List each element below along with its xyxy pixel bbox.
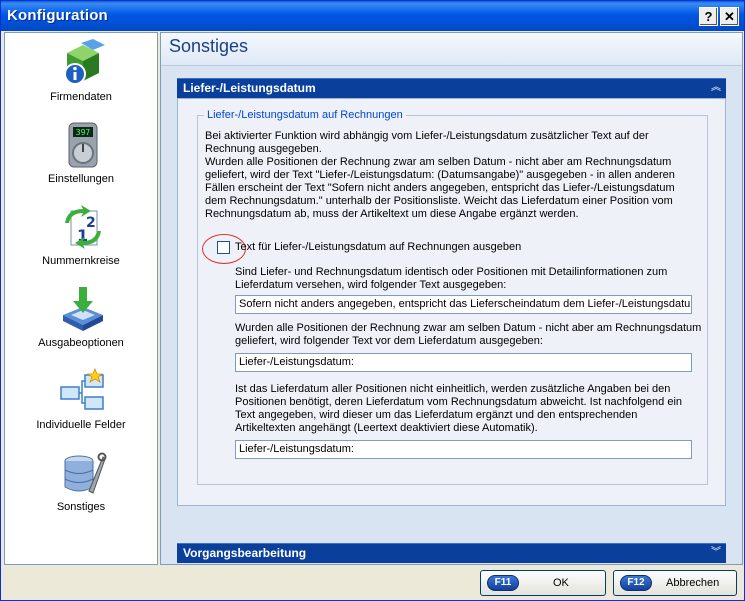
delivery-date-prefix-input[interactable]: Liefer-/Leistungsdatum:	[235, 353, 692, 372]
settings-dial-icon: 397	[68, 122, 98, 168]
section-title: Vorgangsbearbeitung	[183, 546, 307, 560]
number-cycle-icon: 1 2	[65, 205, 101, 249]
svg-text:2: 2	[86, 215, 96, 231]
sidebar-item-nummernkreise[interactable]: 1 2 Nummernkreise	[5, 199, 157, 279]
company-info-icon	[64, 39, 105, 85]
section-title: Liefer-/Leistungsdatum	[183, 81, 316, 95]
sidebar-item-label: Individuelle Felder	[36, 419, 126, 431]
collapse-chevron-up-icon[interactable]: ︽	[710, 82, 722, 94]
title-bar[interactable]: Konfiguration ? ✕	[1, 1, 744, 31]
help-button[interactable]: ?	[699, 7, 718, 26]
page-title: Sonstiges	[169, 36, 249, 56]
field2-description-line: geliefert, wird folgender Text vor dem L…	[235, 335, 543, 347]
group-title: Liefer-/Leistungsdatum auf Rechnungen	[204, 109, 406, 121]
position-date-text-input[interactable]: Liefer-/Leistungsdatum:	[235, 440, 692, 459]
section-liefer-leistungsdatum: Liefer-/Leistungsdatum ︽ Liefer-/Leistun…	[177, 78, 726, 526]
svg-text:397: 397	[76, 128, 91, 137]
sidebar-item-firmendaten[interactable]: Firmendaten	[5, 35, 157, 115]
database-tools-icon	[64, 452, 107, 494]
description-line: Rechnung ausgegeben.	[205, 143, 322, 155]
field2-description: Wurden alle Positionen der Rechnung zwar…	[235, 322, 701, 348]
sidebar-item-label: Nummernkreise	[42, 255, 120, 267]
button-bar: F11 OK F12 Abbrechen	[1, 565, 744, 600]
section-vorgangsbearbeitung: Vorgangsbearbeitung ︾	[177, 543, 726, 563]
sidebar-item-label: Sonstiges	[56, 501, 106, 513]
config-window: Konfiguration ? ✕ Firmendaten 397 Einste…	[0, 0, 745, 601]
sidebar-item-label: Einstellungen	[47, 173, 115, 185]
field3-description-line: Artikeltexten angehängt (Leertext deakti…	[235, 422, 538, 434]
shortcut-key-badge: F12	[620, 575, 652, 591]
description-line: dem Rechnungsdatum." unterhalb der Posit…	[205, 195, 673, 207]
section-header[interactable]: Vorgangsbearbeitung ︾	[177, 543, 726, 563]
field1-description-line: Sind Liefer- und Rechnungsdatum identisc…	[235, 266, 668, 278]
field1-description-line: Lieferdatum versehen, wird folgender Tex…	[235, 279, 507, 291]
description-line: Wurden alle Positionen der Rechnung zwar…	[205, 156, 672, 168]
close-button[interactable]: ✕	[720, 7, 739, 26]
description-line: Rechnungsdatum ab, muss der Artikeltext …	[205, 208, 579, 220]
checkbox-label[interactable]: Text für Liefer-/Leistungsdatum auf Rech…	[235, 241, 521, 254]
expand-chevron-down-icon[interactable]: ︾	[710, 547, 722, 559]
sidebar-item-label: Ausgabeoptionen	[38, 337, 124, 349]
field3-description: Ist das Lieferdatum aller Positionen nic…	[235, 383, 682, 435]
ok-button-label: OK	[553, 577, 569, 589]
cancel-button-label: Abbrechen	[666, 577, 720, 589]
output-tray-icon	[63, 287, 103, 331]
field3-description-line: Ist das Lieferdatum aller Positionen nic…	[235, 383, 671, 395]
sidebar-item-individuelle-felder[interactable]: Individuelle Felder	[5, 363, 157, 443]
custom-fields-icon	[60, 367, 104, 410]
field3-description-line: Text angegeben, wird dieser um das Liefe…	[235, 409, 638, 421]
window-title: Konfiguration	[7, 7, 108, 24]
ok-button[interactable]: F11 OK	[480, 570, 606, 596]
same-date-text-input[interactable]: Sofern nicht anders angegeben, entsprich…	[235, 295, 692, 314]
field2-description-line: Wurden alle Positionen der Rechnung zwar…	[235, 322, 702, 334]
shortcut-key-badge: F11	[487, 575, 519, 591]
description-line: Bei aktivierter Funktion wird abhängig v…	[205, 130, 649, 142]
field1-description: Sind Liefer- und Rechnungsdatum identisc…	[235, 266, 667, 292]
section-header[interactable]: Liefer-/Leistungsdatum ︽	[177, 78, 726, 98]
sidebar-item-einstellungen[interactable]: 397 Einstellungen	[5, 117, 157, 197]
description-line: geliefert, wird der Text "Liefer-/Leistu…	[205, 169, 675, 181]
sidebar: Firmendaten 397 Einstellungen 1 2 Nummer…	[4, 32, 158, 565]
main-content: Sonstiges Liefer-/Leistungsdatum ︽ Liefe…	[160, 32, 743, 565]
description-line: Fällen erscheint der Text "Sofern nicht …	[205, 182, 675, 194]
section-body: Liefer-/Leistungsdatum auf Rechnungen Be…	[177, 98, 726, 506]
description-text: Bei aktivierter Funktion wird abhängig v…	[205, 130, 675, 221]
group-liefer-leistungsdatum-rechnungen: Liefer-/Leistungsdatum auf Rechnungen Be…	[197, 109, 708, 485]
page-header: Sonstiges	[161, 33, 742, 66]
sidebar-item-ausgabeoptionen[interactable]: Ausgabeoptionen	[5, 281, 157, 361]
field3-description-line: Positionen benötigt, deren Lieferdatum v…	[235, 396, 683, 408]
cancel-button[interactable]: F12 Abbrechen	[613, 570, 737, 596]
sidebar-item-label: Firmendaten	[50, 91, 112, 103]
enable-text-checkbox[interactable]	[217, 241, 230, 254]
content-area: Liefer-/Leistungsdatum ︽ Liefer-/Leistun…	[161, 66, 742, 564]
sidebar-item-sonstiges[interactable]: Sonstiges	[5, 445, 157, 525]
